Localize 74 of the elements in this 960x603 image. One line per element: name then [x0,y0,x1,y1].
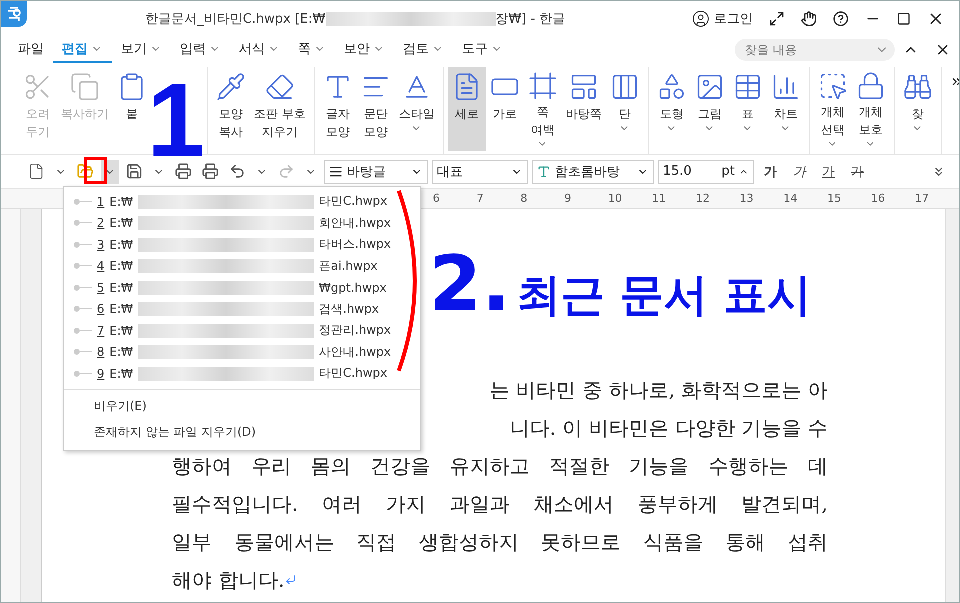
recent-file-item[interactable]: 4 E:₩ 픈ai.hwpx [64,256,420,277]
ribbon-button[interactable]: 문단 모양 [356,67,395,151]
ribbon-button[interactable]: 찾 [898,67,937,151]
document-text-line: 해야 합니다. [172,567,285,594]
recent-file-item[interactable]: 9 E:₩ 타민C.hwpx [64,363,420,384]
document-text-line: 니다. 이 비타민은 다양한 기능을 수 [510,415,828,442]
menu-tab[interactable]: 편집 [53,37,112,63]
ribbon-button[interactable]: 단 [606,67,644,151]
menu-tab[interactable]: 쪽 [289,37,335,63]
menu-tab[interactable]: 보기 [112,37,171,63]
ribbon-button[interactable]: 조판 부호 지우기 [250,67,310,151]
recent-file-item[interactable]: 6 E:₩ 검색.hwpx [64,298,420,320]
document-text-line: 일부 동물에서는 직접 생합성하지 못하므로 식품을 통해 섭취 [172,529,828,556]
annotation-caption: 2.최근 문서 표시 [429,239,812,328]
ribbon-button[interactable]: 세로 [448,67,486,151]
app-logo-icon [1,1,27,27]
menu-tab[interactable]: 보안 [335,37,394,63]
highlight-frame [84,157,107,184]
font-size-field[interactable]: 15.0 pt [658,160,754,184]
copy-icon [70,72,100,102]
ribbon-button[interactable]: 가로 [486,67,524,151]
pin-icon [74,349,92,356]
eraser-icon [264,72,295,102]
binoculars-icon [902,72,933,102]
menu-item[interactable]: 비우기(E) [64,394,420,420]
ribbon-button[interactable]: 바탕쪽 [562,67,606,151]
text-format-button[interactable]: 가 [816,162,841,180]
ribbon-button[interactable]: 표 [728,67,767,151]
ribbon-button[interactable]: 개체 선택 [814,67,852,151]
ribbon-button[interactable]: 차트 [766,67,805,151]
user-icon [692,10,710,28]
eyedropper-icon [216,72,246,102]
pin-icon [74,328,92,334]
document-text-line: 는 비타민 중 하나로, 화학적으로는 아 [490,377,828,404]
language-select[interactable]: 대표 [432,160,528,184]
pin-icon [74,263,92,270]
recent-file-item[interactable]: 7 E:₩ 정관리.hwpx [64,320,420,342]
document-text-line: 필수적입니다. 여러 가지 과일과 채소에서 풍부하게 발견되며, [172,491,828,518]
pin-icon [74,220,92,226]
document-text-line: 행하여 우리 몸의 건강을 유지하고 적절한 기능을 수행하는 데 [172,453,828,480]
ribbon-button[interactable]: 그림 [690,67,729,151]
menu-tab[interactable]: 도구 [453,37,512,63]
menu-tab[interactable]: 서식 [230,37,289,63]
lines-icon [329,164,343,178]
recent-file-item[interactable]: 8 E:₩ 사안내.hwpx [64,342,420,363]
page-margin-icon [528,70,558,101]
menu-tab[interactable]: 검토 [394,37,453,63]
menu-item[interactable]: 존재하지 않는 파일 지우기(D) [64,420,420,446]
search-field[interactable]: 찾을 내용 [735,39,895,61]
login-button[interactable]: 로그인 [684,4,761,34]
menu-tab[interactable]: 파일 [9,37,53,63]
paragraph-mark-icon [284,574,297,586]
text-format-button[interactable]: 가 [758,162,783,180]
recent-file-item[interactable]: 2 E:₩ 회안내.hwpx [64,212,420,234]
recent-file-item[interactable]: 3 E:₩ 타버스.hwpx [64,234,420,256]
ribbon-button[interactable]: 글자 모양 [318,67,357,151]
pin-icon [74,242,92,248]
ribbon-button[interactable]: 쪽 여백 [524,67,562,151]
ribbon-button[interactable]: 개체 보호 [852,67,890,151]
menu-tab[interactable]: 입력 [171,37,230,63]
recent-file-item[interactable]: 5 E:₩ ₩gpt.hwpx [64,277,420,298]
pin-icon [74,370,92,377]
ribbon-button[interactable]: 도형 [652,67,691,151]
pin-icon [74,284,92,291]
font-icon [537,164,551,178]
ribbon-button[interactable]: 모양 복사 [212,67,250,151]
paragraph-style-select[interactable]: 바탕글 [324,160,428,184]
pin-icon [74,198,92,205]
text-format-button[interactable]: 가 [845,162,870,180]
font-select[interactable]: 함초롬바탕 [532,160,654,184]
ribbon-button[interactable]: 스타일 [394,67,439,151]
text-format-button[interactable]: 가 [787,162,812,180]
window-title: 한글문서_비타민C.hwpx [E:₩ 장₩] - 한글 [144,11,567,28]
pin-icon [74,306,92,312]
